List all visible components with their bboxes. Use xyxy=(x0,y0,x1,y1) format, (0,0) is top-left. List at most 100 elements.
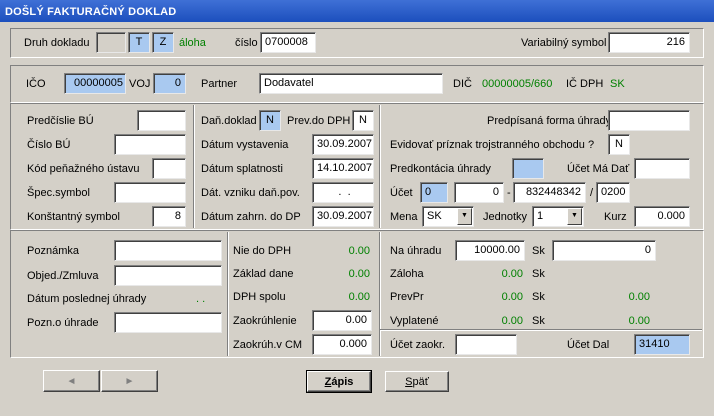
na-uhradu-label: Na úhradu xyxy=(390,245,442,257)
jednotky-select[interactable]: 1 ▼ xyxy=(532,206,584,227)
dic-label: DIČ xyxy=(453,78,472,90)
divider xyxy=(193,105,195,228)
spec-field[interactable] xyxy=(114,182,186,203)
chevron-down-icon[interactable]: ▼ xyxy=(457,208,472,225)
prev-dph-field[interactable]: N xyxy=(352,110,374,131)
cislo-field[interactable]: 0700008 xyxy=(260,32,316,53)
spat-label: päť xyxy=(412,376,429,388)
trojstr-field[interactable]: N xyxy=(608,134,630,155)
prev-dph-label: Prev.do DPH xyxy=(287,115,351,127)
zapis-button[interactable]: Zápis xyxy=(306,370,372,393)
kod-label: Kód peňažného ústavu xyxy=(27,163,140,175)
druh-field[interactable] xyxy=(96,32,126,53)
objed-field[interactable] xyxy=(114,265,222,286)
kurz-field[interactable]: 0.000 xyxy=(634,206,690,227)
voj-field[interactable]: 0 xyxy=(153,73,186,94)
uma-field[interactable] xyxy=(634,158,690,179)
divider xyxy=(379,105,381,228)
poznamka-label: Poznámka xyxy=(27,245,79,257)
uma-label: Účet Má Dať xyxy=(567,163,630,175)
dph-label: DPH spolu xyxy=(233,291,286,303)
na-uhradu-sk-field[interactable]: 0 xyxy=(552,240,656,261)
vystavenia-label: Dátum vystavenia xyxy=(201,139,289,151)
na-uhradu-currency: Sk xyxy=(532,245,545,257)
pozn-uhr-label: Pozn.o úhrade xyxy=(27,317,99,329)
druh-t-field[interactable]: T xyxy=(128,32,150,53)
vystavenia-field[interactable]: 30.09.2007 xyxy=(312,134,374,155)
prevpr-sk-value: 0.00 xyxy=(628,291,650,303)
variabilny-symbol-field[interactable]: 216 xyxy=(608,32,690,53)
zaloha-currency: Sk xyxy=(532,268,545,280)
predcislie-field[interactable] xyxy=(137,110,186,131)
pozn-uhr-field[interactable] xyxy=(114,312,222,333)
poznamka-field[interactable] xyxy=(114,240,222,261)
prev-record-button[interactable]: ◄ xyxy=(43,370,100,392)
splatnosti-label: Dátum splatnosti xyxy=(201,163,283,175)
kurz-label: Kurz xyxy=(604,211,627,223)
divider xyxy=(379,232,381,356)
ucet-c-field[interactable]: 832448342 xyxy=(513,182,586,203)
vypl-value: 0.00 xyxy=(501,315,523,327)
objed-label: Objed./Zmluva xyxy=(27,270,99,282)
dph-value: 0.00 xyxy=(348,291,370,303)
icdph-value: SK xyxy=(610,78,625,90)
druh-z-field[interactable]: Z xyxy=(152,32,174,53)
vznik-field[interactable]: . . xyxy=(312,182,374,203)
trojstr-label: Evidovať príznak trojstranného obchodu ? xyxy=(390,139,595,151)
spat-button[interactable]: Späť xyxy=(385,371,449,392)
ucet-b-field[interactable]: 0 xyxy=(454,182,504,203)
spec-label: Špec.symbol xyxy=(27,187,90,199)
ucet-d-field[interactable]: 0200 xyxy=(596,182,630,203)
next-record-button[interactable]: ► xyxy=(101,370,158,392)
vs-label: Variabilný symbol xyxy=(521,37,607,49)
posl-value: . . xyxy=(196,293,206,305)
zaklad-label: Základ dane xyxy=(233,268,294,280)
zaokr-cm-field[interactable]: 0.000 xyxy=(312,334,372,355)
ucet-label: Účet xyxy=(390,187,413,199)
zahrn-field[interactable]: 30.09.2007 xyxy=(312,206,374,227)
jednotky-select-value: 1 xyxy=(537,210,544,222)
zaloha-label: Záloha xyxy=(390,268,424,280)
dan-doklad-field[interactable]: N xyxy=(259,110,281,131)
forma-field[interactable] xyxy=(608,110,690,131)
ucet-a-field[interactable]: 0 xyxy=(420,182,448,203)
divider xyxy=(227,232,229,356)
ucet-zaokr-label: Účet zaokr. xyxy=(390,339,446,351)
partner-label: Partner xyxy=(201,78,238,90)
prevpr-label: PrevPr xyxy=(390,291,424,303)
partner-field[interactable]: Dodavatel xyxy=(259,73,443,94)
ucet-dal-field[interactable]: 31410 xyxy=(634,334,690,355)
arrow-right-icon: ► xyxy=(124,376,135,387)
vznik-label: Dát. vzniku daň.pov. xyxy=(201,187,300,199)
kod-field[interactable] xyxy=(152,158,186,179)
chevron-down-icon[interactable]: ▼ xyxy=(567,208,582,225)
konst-field[interactable]: 8 xyxy=(152,206,186,227)
prevpr-value: 0.00 xyxy=(501,291,523,303)
mena-label: Mena xyxy=(390,211,418,223)
cislo-bu-field[interactable] xyxy=(114,134,186,155)
konst-label: Konštantný symbol xyxy=(27,211,120,223)
mena-select[interactable]: SK ▼ xyxy=(422,206,474,227)
window-title: DOŠLÝ FAKTURAČNÝ DOKLAD xyxy=(0,0,714,22)
nie-label: Nie do DPH xyxy=(233,245,292,257)
posl-label: Dátum poslednej úhrady xyxy=(27,293,147,305)
vypl-sk-value: 0.00 xyxy=(628,315,650,327)
mena-select-value: SK xyxy=(427,210,442,222)
voj-label: VOJ xyxy=(129,78,151,90)
divider xyxy=(380,329,702,331)
cislo-bu-label: Číslo BÚ xyxy=(27,139,71,151)
icdph-label: IČ DPH xyxy=(566,78,604,90)
druh-note: áloha xyxy=(179,37,206,49)
arrow-left-icon: ◄ xyxy=(66,376,77,387)
predkont-label: Predkontácia úhrady xyxy=(390,163,491,175)
splatnosti-field[interactable]: 14.10.2007 xyxy=(312,158,374,179)
ucet-zaokr-field[interactable] xyxy=(455,334,517,355)
ico-label: IČO xyxy=(26,78,46,90)
ico-field[interactable]: 00000005 xyxy=(64,73,126,94)
ucet-sep: - xyxy=(507,187,511,199)
forma-label: Predpísaná forma úhrady xyxy=(487,115,612,127)
zaokr-field[interactable]: 0.00 xyxy=(312,310,372,331)
na-uhradu-field[interactable]: 10000.00 xyxy=(455,240,525,261)
zaokr-label: Zaokrúhlenie xyxy=(233,315,297,327)
predkont-field[interactable] xyxy=(512,158,544,179)
